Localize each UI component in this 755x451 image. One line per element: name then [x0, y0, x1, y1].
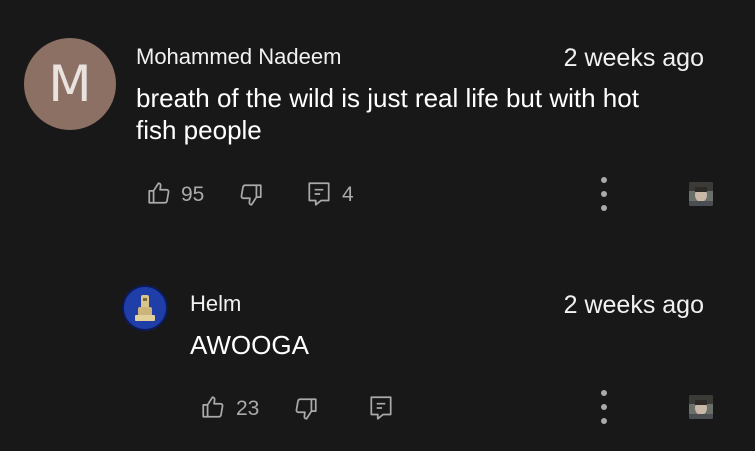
comment-text: breath of the wild is just real life but… — [136, 82, 716, 146]
reply-text: AWOOGA — [190, 330, 309, 360]
like-count: 95 — [181, 183, 205, 206]
like-button[interactable] — [146, 180, 172, 206]
reply-reply-button[interactable] — [368, 394, 394, 422]
creator-avatar-icon — [689, 395, 713, 419]
avatar[interactable]: M — [24, 38, 116, 130]
comment-text-line-2: fish people — [136, 115, 262, 145]
dislike-icon — [295, 398, 317, 420]
reply-button[interactable] — [306, 180, 332, 208]
creator-heart-avatar — [689, 182, 713, 206]
comment-timestamp[interactable]: 2 weeks ago — [564, 44, 704, 73]
reply-like-count: 23 — [236, 397, 260, 420]
reply-count: 4 — [342, 183, 354, 206]
more-icon-dot — [601, 205, 607, 211]
reply-author[interactable]: Helm — [190, 291, 241, 317]
more-icon — [601, 177, 607, 183]
like-icon — [202, 396, 224, 418]
reply-timestamp[interactable]: 2 weeks ago — [564, 291, 704, 320]
comment-author[interactable]: Mohammed Nadeem — [136, 44, 341, 70]
reply-icon — [370, 396, 392, 420]
avatar-letter: M — [48, 55, 92, 113]
more-icon-dot — [601, 191, 607, 197]
robot-icon — [124, 287, 166, 329]
like-icon — [148, 182, 170, 204]
dislike-button[interactable] — [238, 182, 264, 208]
more-icon-dot — [601, 404, 607, 410]
reply-more-actions-button[interactable] — [599, 390, 609, 424]
comment-text-line-1: breath of the wild is just real life but… — [136, 83, 639, 113]
reply-icon — [308, 182, 330, 206]
more-icon-dot — [601, 418, 607, 424]
reply-dislike-button[interactable] — [293, 396, 319, 422]
creator-avatar-icon — [689, 182, 713, 206]
reply-avatar[interactable] — [122, 285, 168, 331]
reply-like-button[interactable] — [200, 394, 226, 420]
dislike-icon — [240, 184, 262, 206]
reply-creator-heart-avatar — [689, 395, 713, 419]
more-icon — [601, 390, 607, 396]
more-actions-button[interactable] — [599, 177, 609, 211]
